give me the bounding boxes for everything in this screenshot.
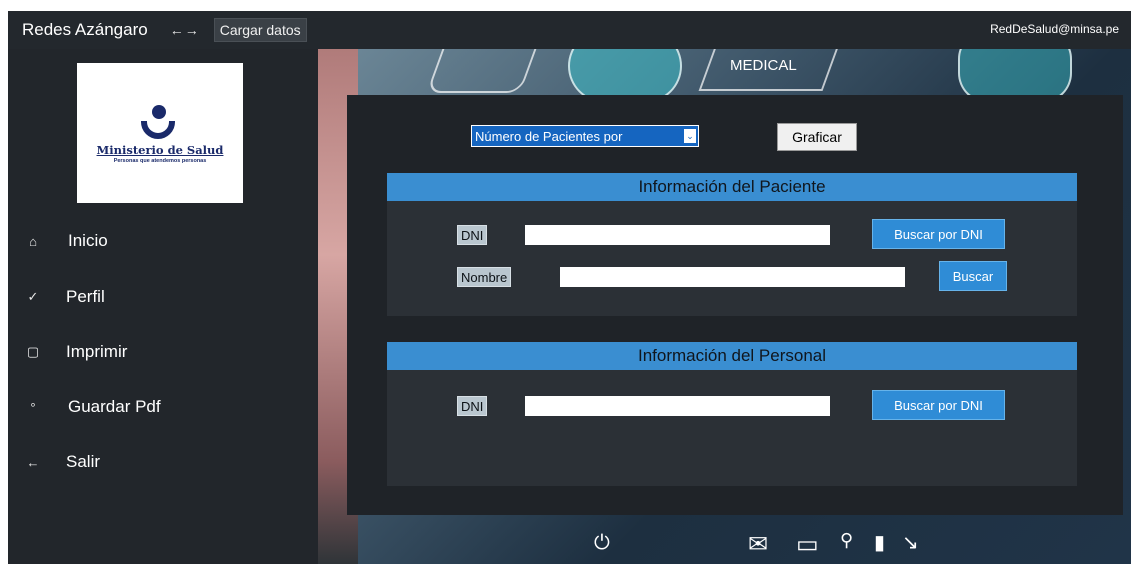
patient-dni-label: DNI [457, 225, 488, 245]
medical-banner-text: MEDICAL [730, 57, 797, 74]
phone-icon: ▮ [874, 532, 886, 554]
patient-name-label: Nombre [457, 267, 512, 287]
staff-section: Información del Personal DNI Buscar por … [387, 342, 1077, 486]
user-email: RedDeSalud@minsa.pe [990, 22, 1119, 36]
exit-arrow-icon: ← [26, 454, 40, 470]
hexagon-shape [426, 49, 544, 93]
staff-dni-label: DNI [457, 396, 488, 416]
sidebar-item-label: Imprimir [66, 342, 128, 361]
logo-figure-head [152, 105, 166, 119]
chevron-down-icon: ⌄ [684, 129, 696, 143]
patient-section: Información del Paciente DNI Buscar por … [387, 173, 1077, 316]
patient-search-dni-button[interactable]: Buscar por DNI [872, 219, 1005, 249]
select-value: Número de Pacientes por [475, 128, 623, 144]
top-bar: Redes Azángaro ←→ Cargar datos RedDeSalu… [8, 11, 1131, 49]
graph-button[interactable]: Graficar [777, 123, 857, 151]
mail-icon: ✉ [748, 531, 769, 558]
sidebar-item-perfil[interactable]: ✓ Perfil [8, 277, 308, 317]
staff-search-dni-button[interactable]: Buscar por DNI [872, 390, 1005, 420]
patient-name-input[interactable] [560, 267, 905, 287]
staff-dni-input[interactable] [525, 396, 830, 416]
app-window: Redes Azángaro ←→ Cargar datos RedDeSalu… [8, 11, 1131, 564]
ministry-logo: Ministerio de Salud Personas que atendem… [77, 63, 243, 203]
main-panel: Número de Pacientes por ⌄ Graficar Infor… [347, 95, 1123, 515]
sidebar-item-label: Inicio [68, 231, 108, 250]
power-icon: ⏻ [594, 532, 610, 554]
sidebar-item-label: Salir [66, 452, 101, 471]
monitor-icon: ▭ [796, 531, 819, 558]
logo-figure-arms [141, 121, 175, 139]
load-data-button[interactable]: Cargar datos [213, 18, 307, 42]
patient-dni-input[interactable] [525, 225, 830, 245]
save-pdf-icon: ° [30, 399, 36, 415]
logo-tagline: Personas que atendemos personas [113, 158, 207, 164]
app-title: Redes Azángaro [22, 20, 148, 39]
staff-section-title: Información del Personal [387, 342, 1077, 370]
house-icon: ⌂ [29, 233, 37, 249]
print-icon: ▢ [26, 344, 40, 359]
sidebar-item-salir[interactable]: ← Salir [8, 442, 308, 482]
sidebar-item-imprimir[interactable]: ▢ Imprimir [8, 332, 308, 372]
sidebar: Ministerio de Salud Personas que atendem… [8, 49, 318, 564]
chart-metric-select[interactable]: Número de Pacientes por ⌄ [471, 125, 699, 147]
sidebar-item-inicio[interactable]: ⌂ Inicio [8, 221, 308, 261]
stethoscope-icon: ↘ [902, 532, 919, 554]
bottom-icon-row: ⏻ ✉ ▭ ⚲ ▮ ↘ [318, 516, 1131, 564]
search-icon: ⚲ [840, 530, 854, 550]
patient-section-title: Información del Paciente [387, 173, 1077, 201]
profile-icon: ✓ [27, 289, 39, 304]
sidebar-item-label: Perfil [66, 287, 105, 306]
logo-name: Ministerio de Salud [96, 143, 224, 157]
nav-arrows-icon[interactable]: ←→ [170, 22, 200, 38]
sidebar-item-guardar-pdf[interactable]: ° Guardar Pdf [8, 387, 308, 427]
patient-search-button[interactable]: Buscar [939, 261, 1007, 291]
sidebar-item-label: Guardar Pdf [68, 397, 161, 416]
